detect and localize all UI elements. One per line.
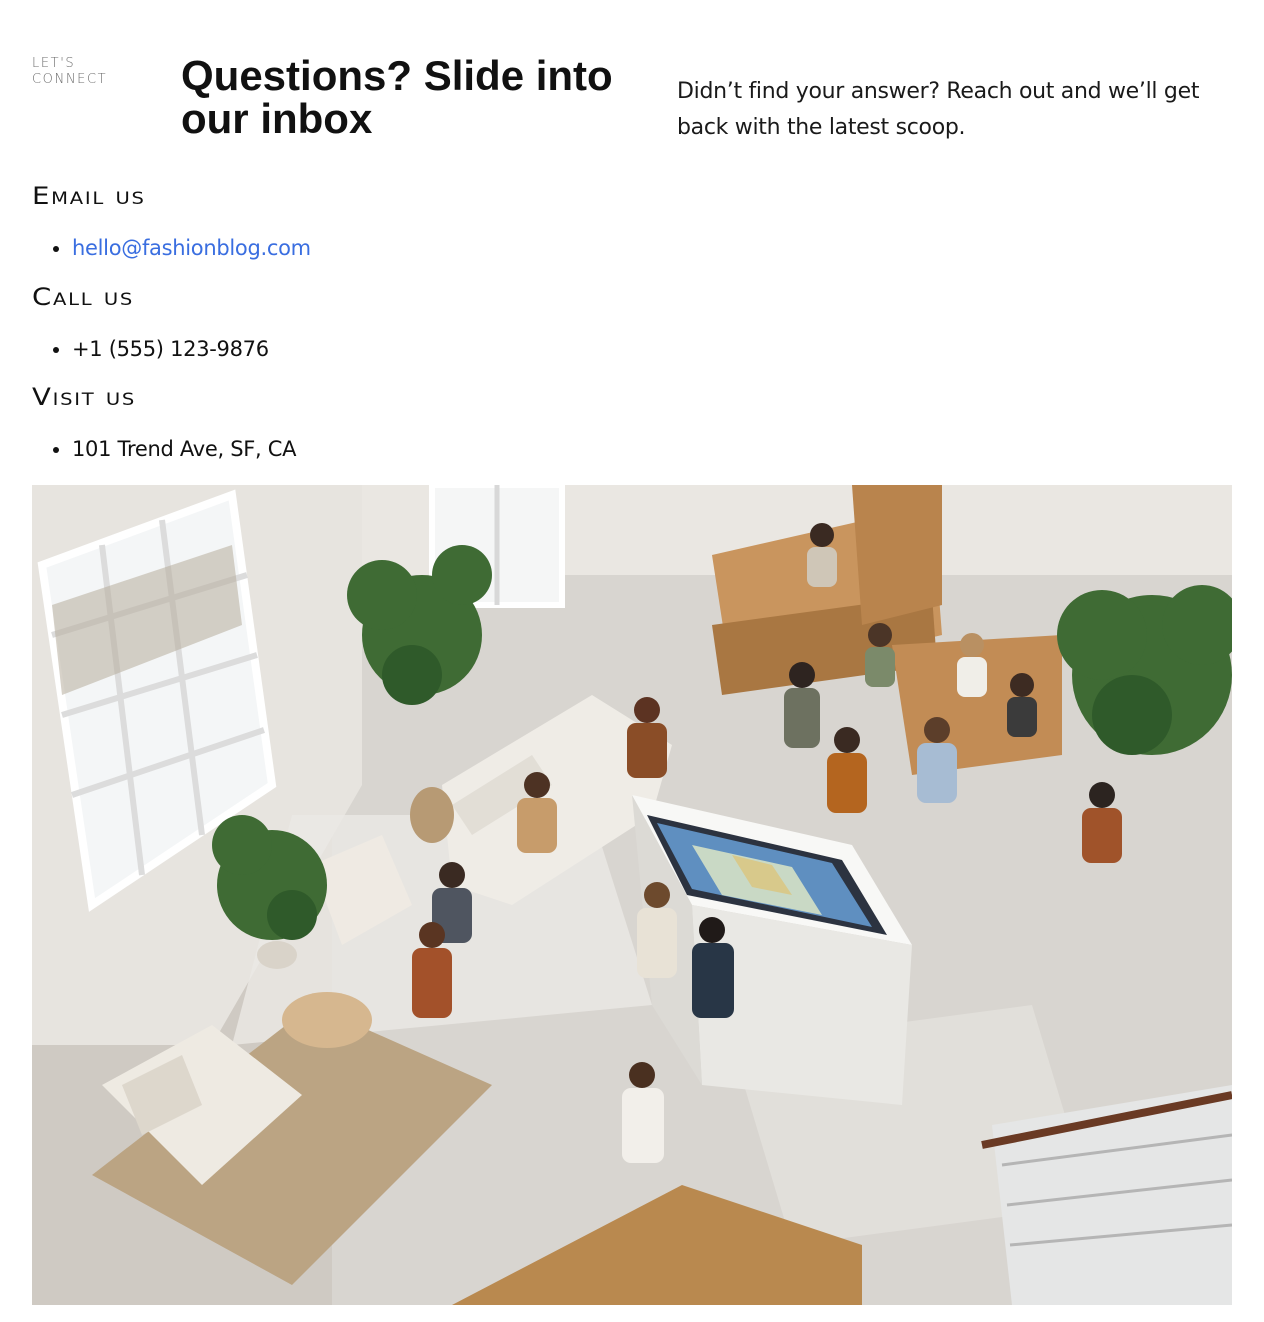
visit-heading: Visit us — [32, 383, 137, 411]
email-heading: Email us — [32, 182, 146, 210]
email-list: hello@fashionblog.com — [32, 234, 311, 262]
address: 101 Trend Ave, SF, CA — [72, 435, 297, 463]
contact-page: LET'S CONNECT Questions? Slide into our … — [0, 0, 1264, 1322]
address-list: 101 Trend Ave, SF, CA — [32, 435, 297, 463]
list-item: hello@fashionblog.com — [72, 234, 311, 262]
section-eyebrow: LET'S CONNECT — [32, 56, 108, 87]
office-photo — [32, 485, 1232, 1305]
phone-list: +1 (555) 123-9876 — [32, 335, 269, 363]
phone-number: +1 (555) 123-9876 — [72, 335, 269, 363]
email-link[interactable]: hello@fashionblog.com — [72, 236, 311, 260]
phone-heading: Call us — [32, 283, 135, 311]
page-title: Questions? Slide into our inbox — [181, 52, 613, 142]
intro-text: Didn’t find your answer? Reach out and w… — [677, 79, 1200, 140]
